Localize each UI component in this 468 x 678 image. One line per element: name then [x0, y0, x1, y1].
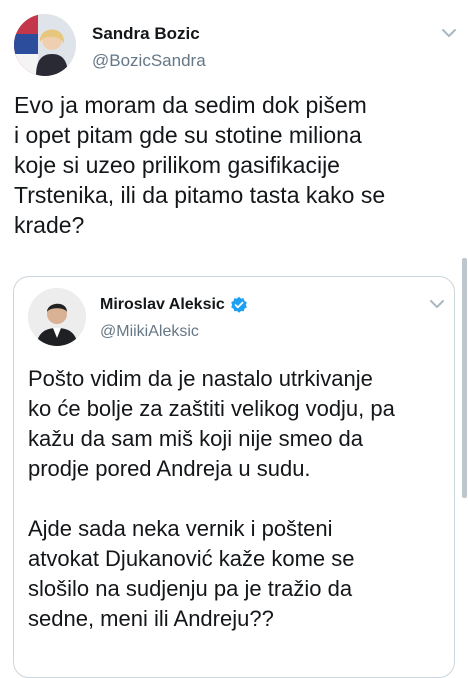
scrollbar-thumb[interactable] — [462, 258, 467, 498]
chevron-down-icon[interactable] — [439, 26, 459, 40]
quoted-author-row: Miroslav Aleksic — [100, 296, 248, 314]
tweet-text: Evo ja moram da sedim dok pišem i opet p… — [14, 92, 386, 238]
verified-badge-icon — [230, 296, 248, 314]
quoted-tweet-card[interactable]: Miroslav Aleksic @MiikiAleksic Pošto vid… — [13, 276, 455, 678]
author-avatar[interactable] — [14, 14, 76, 76]
quoted-paragraph-2: Ajde sada neka vernik i pošteni atvokat … — [28, 516, 355, 631]
quoted-tweet-text: Pošto vidim da je nastalo utrkivanje ko … — [28, 364, 448, 634]
quoted-author-name[interactable]: Miroslav Aleksic — [100, 296, 225, 314]
author-name[interactable]: Sandra Bozic — [92, 24, 200, 44]
quoted-author-handle[interactable]: @MiikiAleksic — [100, 323, 199, 341]
author-handle[interactable]: @BozicSandra — [92, 51, 206, 71]
quoted-paragraph-1: Pošto vidim da je nastalo utrkivanje ko … — [28, 366, 395, 481]
quoted-author-avatar[interactable] — [28, 288, 86, 346]
tweet: Sandra Bozic @BozicSandra Evo ja moram d… — [0, 0, 468, 678]
chevron-down-icon[interactable] — [427, 297, 447, 311]
